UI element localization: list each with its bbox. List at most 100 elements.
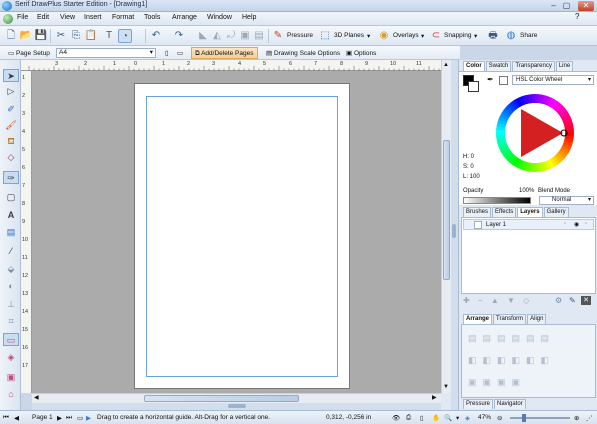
layer-paint-icon[interactable]: ✎ [569,296,576,305]
group-icon[interactable]: ▣ [238,29,252,43]
zoom-dropdown-icon[interactable]: ▾ [456,414,459,422]
redo-icon[interactable]: ↷ [172,29,186,43]
tab-line[interactable]: Line [555,61,574,71]
help-icon[interactable]: ? [575,12,579,21]
view-icon[interactable]: 👁 [392,414,400,422]
share-globe-icon[interactable]: ◍ [504,29,518,43]
next-page-icon[interactable]: ▶ [57,414,62,422]
menu-help[interactable]: Help [242,14,256,21]
layer-lock-icon[interactable]: ▫ [564,221,566,227]
eyedropper-icon[interactable]: ✒ [487,75,494,84]
tab-effects[interactable]: Effects [492,207,517,217]
layer-visibility-icon[interactable]: ◉ [574,221,579,228]
fill-tool-icon[interactable]: ⛾ [3,135,19,148]
insert-object-tool-icon[interactable]: ⌂ [3,388,19,401]
vertical-scroll-thumb[interactable] [443,140,450,280]
tab-align[interactable]: Align [527,314,547,324]
layer-row[interactable]: Layer 1 ▫ ◉ ▫ [463,219,594,230]
add-page-icon[interactable]: ▭ [77,414,83,422]
zoom-slider-thumb[interactable] [522,414,526,422]
paste-icon[interactable]: 📋 [84,29,98,43]
stamp-tool-icon[interactable]: ⊥ [3,298,19,311]
scroll-up-icon[interactable]: ▲ [443,62,449,68]
zoom-out-icon[interactable]: ⊖ [497,414,502,422]
tab-gallery[interactable]: Gallery [543,207,569,217]
layer-properties-icon[interactable]: ⚙ [555,296,562,305]
pressure-icon[interactable]: ✎ [271,29,285,43]
color-picker-tool-icon[interactable]: ⁄ [3,245,19,258]
color-mode-select[interactable]: HSL Color Wheel ▾ [512,75,594,85]
fit-page-icon[interactable]: ◈ [465,414,470,422]
crop-tool-icon[interactable]: ⌗ [3,315,19,328]
splitter-handle[interactable] [452,224,456,238]
scroll-down-icon[interactable]: ▼ [443,384,449,390]
layer-print-icon[interactable]: ▫ [585,221,587,227]
rectangle-tool-icon[interactable]: ▢ [3,191,19,204]
landscape-orientation-icon[interactable]: ▭ [173,47,187,59]
tab-arrange[interactable]: Arrange [463,314,493,324]
ungroup-icon[interactable]: ▤ [252,29,266,43]
snapping-dropdown-icon[interactable]: ▾ [474,32,477,40]
maximize-button[interactable]: ▢ [561,1,572,11]
transparency-tool-icon[interactable]: ◐ [3,280,19,293]
arrange-combine-icons[interactable]: ▣▣▣▣ [468,377,526,388]
zoom-in-icon[interactable]: ⊕ [574,414,579,422]
menu-insert[interactable]: Insert [84,14,102,21]
tab-swatch[interactable]: Swatch [485,61,512,71]
no-color-swatch[interactable] [499,76,508,85]
replicate-icon[interactable]: ◔ [118,29,132,43]
minimize-button[interactable]: – [548,1,559,11]
close-button[interactable]: ✕ [578,1,594,11]
save-icon[interactable]: 💾 [34,29,48,43]
menu-tools[interactable]: Tools [144,14,160,21]
print-icon[interactable]: 🖶 [486,29,500,43]
undo-icon[interactable]: ↶ [149,29,163,43]
pencil-tool-icon[interactable]: ✐ [3,103,19,116]
print-preview-icon[interactable]: ⎙ [406,414,411,422]
prev-page-icon[interactable]: ◀ [14,414,19,422]
rotate-icon[interactable]: ⤾ [224,29,238,43]
dimension-tool-icon[interactable]: ◈ [3,351,19,364]
brush-tool-icon[interactable]: 🖌 [3,119,19,132]
drawing-canvas[interactable] [32,71,441,393]
panel-collapse-handle[interactable] [228,404,246,408]
connector-tool-icon[interactable]: ▭ [3,333,19,346]
menu-view[interactable]: View [60,14,75,21]
opacity-slider[interactable] [463,197,531,204]
tab-pressure[interactable]: Pressure [463,399,494,409]
3d-planes-icon[interactable]: ⬚ [318,29,332,43]
menu-edit[interactable]: Edit [37,14,49,21]
options-button[interactable]: ▣ Options [342,47,380,59]
page-zoom-icon[interactable]: ▯ [420,414,424,422]
arrange-order-icons[interactable]: ▤▤▤▤▤▤ [468,333,555,344]
layer-action-icons[interactable]: ✚ − ▲ ▼ ◇ [463,296,532,305]
tab-layers[interactable]: Layers [517,207,543,217]
vertical-ruler[interactable]: 1 2 3 4 5 6 7 8 9 10 11 12 13 14 15 16 1… [21,71,32,393]
overlays-dropdown-icon[interactable]: ▾ [421,32,424,40]
insert-picture-tool-icon[interactable]: ▣ [3,371,19,384]
cut-icon[interactable]: ✂ [54,29,68,43]
tab-color[interactable]: Color [463,61,485,71]
first-page-icon[interactable]: ⏮ [3,414,9,422]
arrange-flip-icons[interactable]: ◧◧◧◧◧◧ [468,355,555,366]
align-icon[interactable]: ◣ [196,29,210,43]
copy-icon[interactable]: ⎘ [69,29,83,43]
distribute-icon[interactable]: ◭ [210,29,224,43]
3d-planes-dropdown-icon[interactable]: ▾ [367,32,370,40]
eraser-tool-icon[interactable]: ✑ [3,171,19,184]
pressure-button[interactable]: Pressure [287,32,313,39]
scroll-right-icon[interactable]: ▶ [432,394,437,401]
blend-mode-select[interactable]: Normal ▾ [539,196,594,205]
page-setup-button[interactable]: ▭ Page Setup [4,47,54,59]
pan-tool-icon[interactable]: ✋ [432,414,440,422]
resize-grip-icon[interactable]: ⋰ [586,414,593,422]
zoom-slider[interactable] [510,414,570,422]
tab-brushes[interactable]: Brushes [463,207,492,217]
table-tool-icon[interactable]: ▤ [3,226,19,239]
menu-format[interactable]: Format [112,14,134,21]
snapping-button[interactable]: Snapping [444,32,471,39]
horizontal-scroll-thumb[interactable] [144,395,299,402]
text-tool-icon[interactable]: A [3,209,19,222]
menu-window[interactable]: Window [207,14,232,21]
add-delete-pages-button[interactable]: ⧉ Add/Delete Pages [191,47,258,59]
